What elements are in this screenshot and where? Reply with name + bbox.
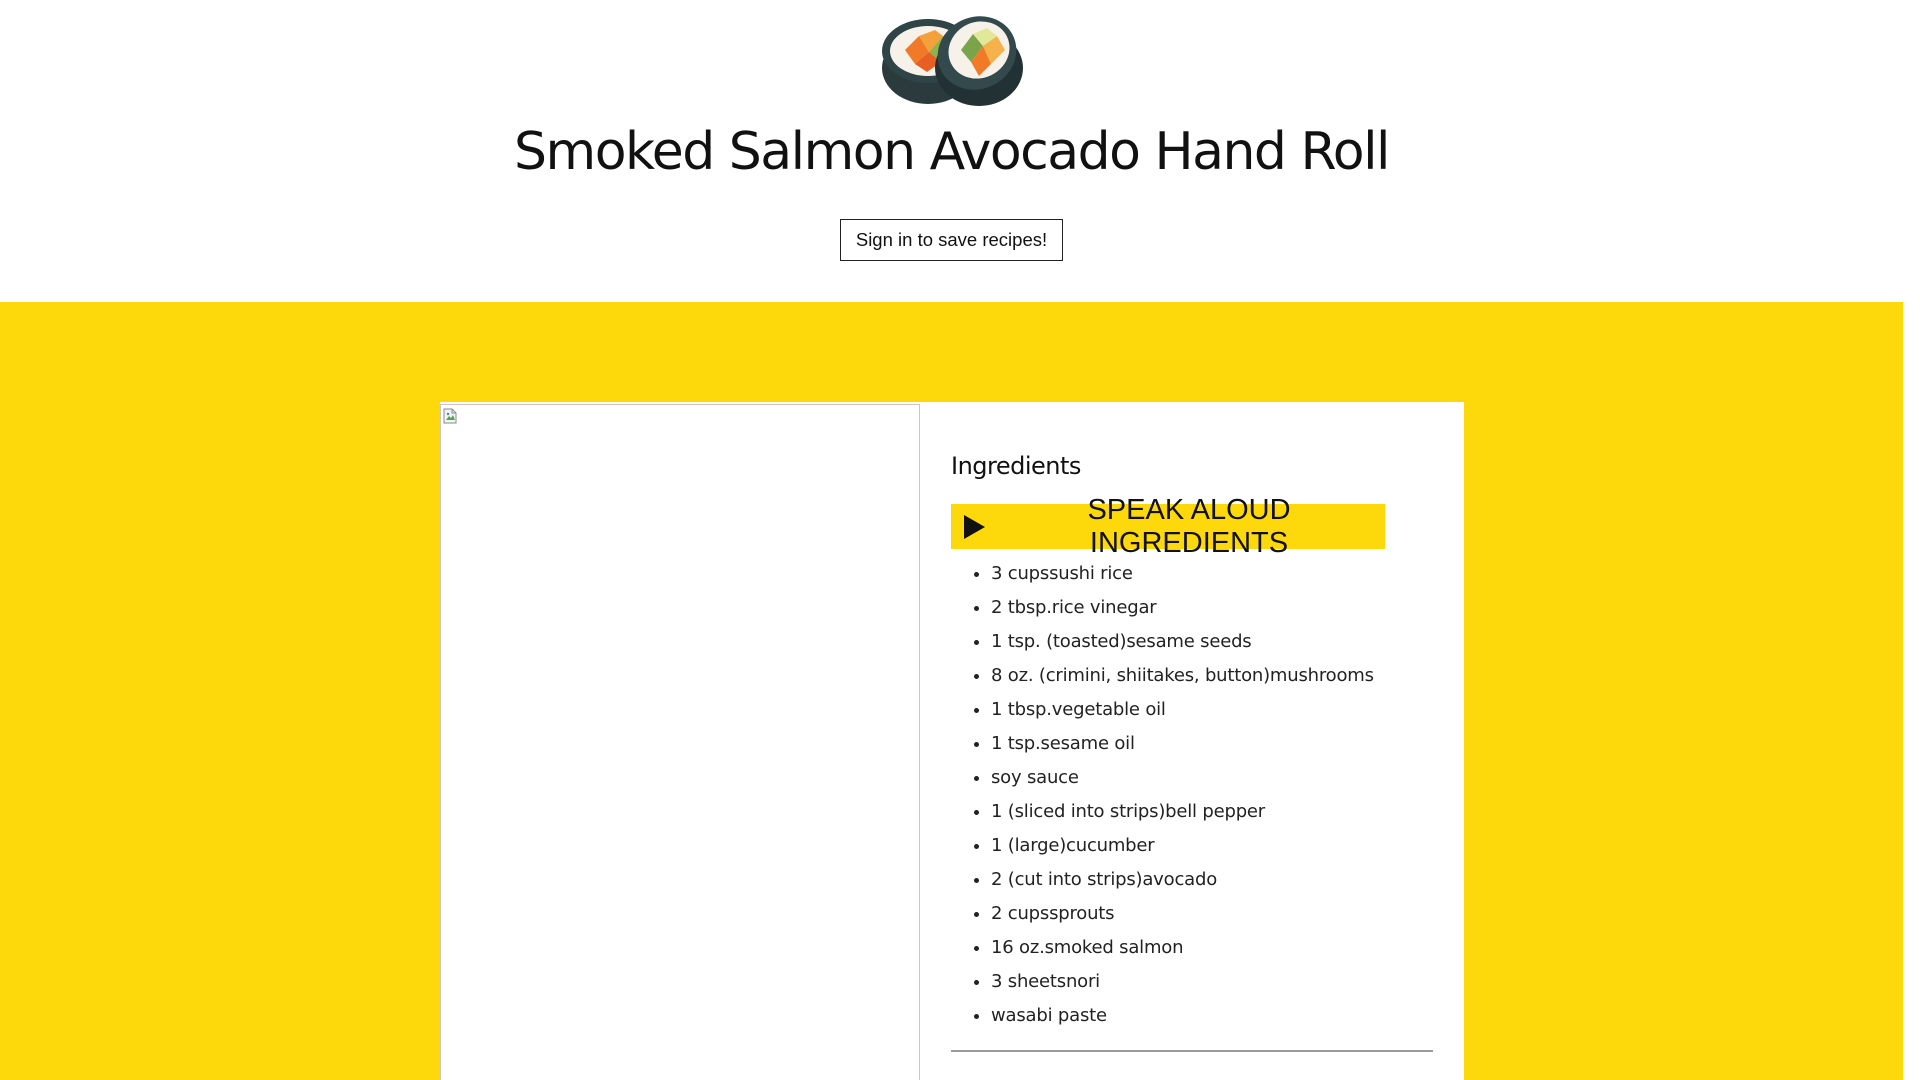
list-item: 8 oz. (crimini, shiitakes, button)mushro… [991,659,1374,693]
list-item: soy sauce [991,761,1374,795]
ingredients-heading: Ingredients [951,452,1081,480]
page-title: Smoked Salmon Avocado Hand Roll [514,122,1390,182]
recipe-page: Smoked Salmon Avocado Hand Roll Sign in … [0,0,1903,1080]
recipe-image [440,404,920,1080]
speak-ingredients-button[interactable]: SPEAK ALOUD INGREDIENTS [951,494,1385,559]
recipe-card: Ingredients SPEAK ALOUD INGREDIENTS 3 cu… [440,402,1464,1080]
page-header: Smoked Salmon Avocado Hand Roll Sign in … [0,0,1903,302]
sushi-roll-icon [882,16,1023,106]
list-item: 16 oz.smoked salmon [991,931,1374,965]
list-item: 2 (cut into strips)avocado [991,863,1374,897]
broken-image-icon [443,408,457,424]
list-item: 2 cupssprouts [991,897,1374,931]
list-item: 3 sheetsnori [991,965,1374,999]
list-item: 1 (sliced into strips)bell pepper [991,795,1374,829]
ingredient-list: 3 cupssushi rice 2 tbsp.rice vinegar 1 t… [951,557,1374,1033]
list-item: 1 tbsp.vegetable oil [991,693,1374,727]
list-item: 3 cupssushi rice [991,557,1374,591]
list-item: 1 tsp.sesame oil [991,727,1374,761]
list-item: 2 tbsp.rice vinegar [991,591,1374,625]
play-icon [964,514,985,539]
list-item: 1 (large)cucumber [991,829,1374,863]
section-divider [951,1050,1433,1052]
signin-button[interactable]: Sign in to save recipes! [840,219,1063,261]
list-item: 1 tsp. (toasted)sesame seeds [991,625,1374,659]
list-item: wasabi paste [991,999,1374,1033]
speak-ingredients-label: SPEAK ALOUD INGREDIENTS [1087,493,1291,559]
